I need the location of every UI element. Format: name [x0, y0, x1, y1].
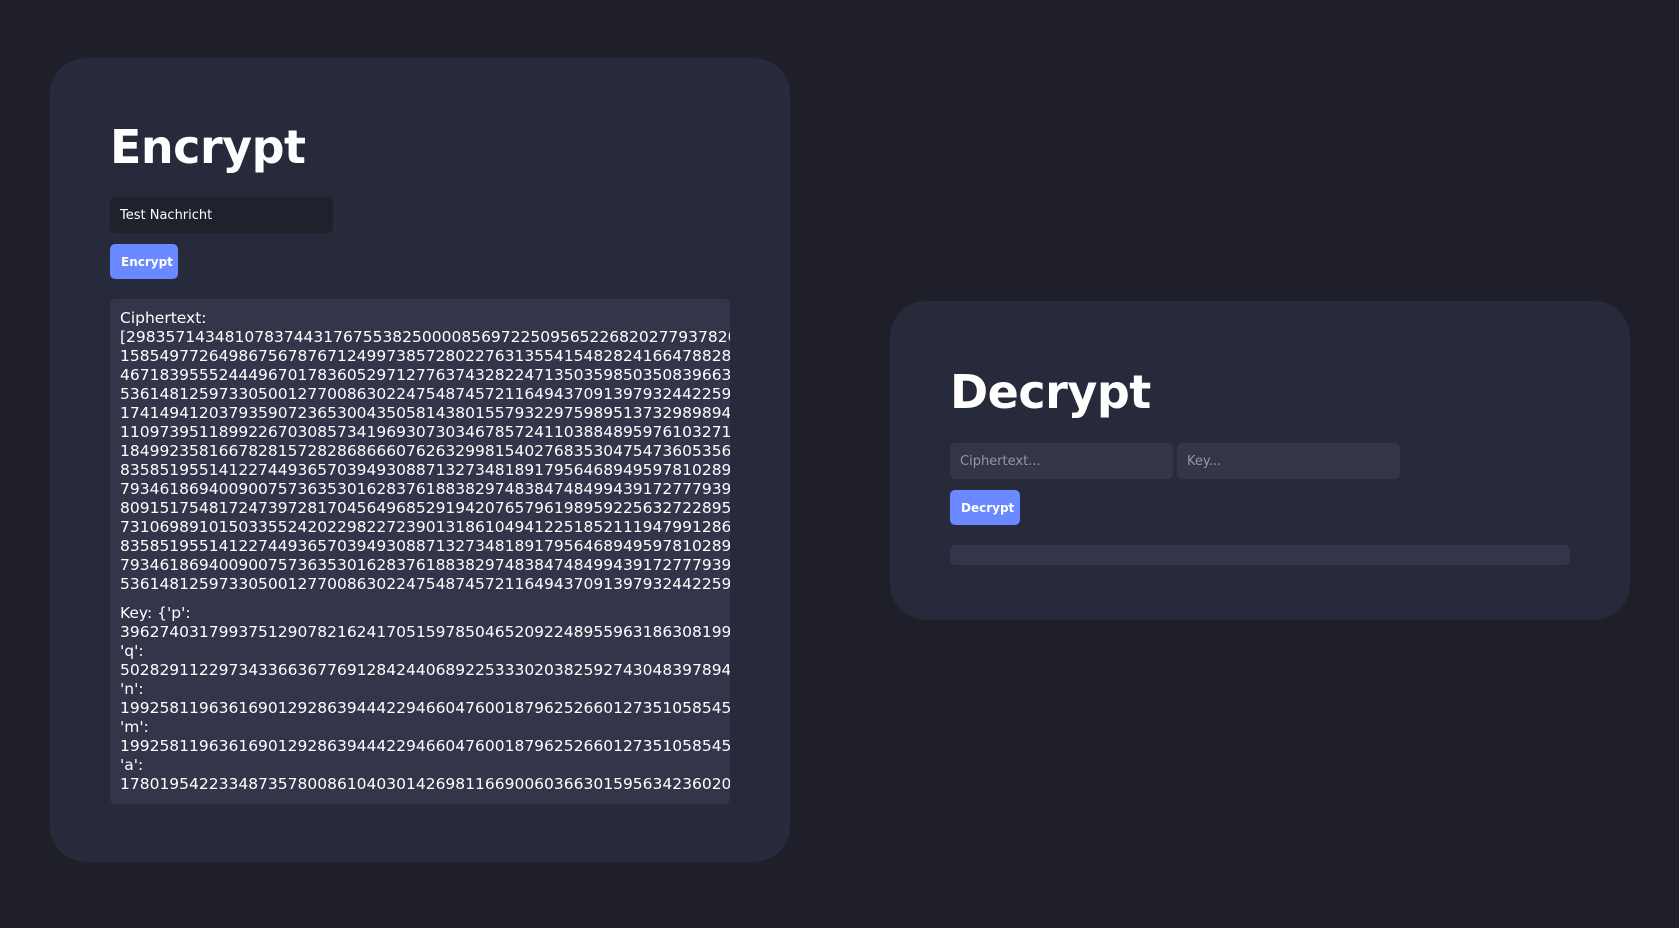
ciphertext-label: Ciphertext: — [120, 309, 207, 327]
encrypt-button[interactable]: Encrypt — [110, 244, 178, 279]
ciphertext-line: 8358519551412274493657039493088713273481… — [120, 461, 730, 479]
ciphertext-line: 1109739511899226703085734196930730346785… — [120, 423, 730, 441]
key-input[interactable] — [1177, 443, 1400, 479]
ciphertext-line: 1741494120379359072365300435058143801557… — [120, 404, 730, 422]
encrypt-output: Ciphertext: [298357143481078374431767553… — [110, 299, 730, 804]
key-line: 1780195422334873578008610403014269811669… — [120, 775, 730, 793]
key-line: 5028291122973433663677691284244068922533… — [120, 661, 730, 679]
key-line: 'q': — [120, 642, 144, 660]
ciphertext-line: 7934618694009007573635301628376188382974… — [120, 556, 730, 574]
ciphertext-line: 4671839555244496701783605297127763743282… — [120, 366, 730, 384]
key-line: 'a': — [120, 756, 144, 774]
ciphertext-line: 7934618694009007573635301628376188382974… — [120, 480, 730, 498]
ciphertext-line: 5361481259733050012770086302247548745721… — [120, 575, 730, 593]
key-block: Key: {'p': 39627403179937512907821624170… — [120, 604, 730, 794]
encrypt-panel: Encrypt Encrypt Ciphertext: [29835714348… — [50, 58, 790, 862]
ciphertext-line: 8091517548172473972817045649685291942076… — [120, 499, 730, 517]
ciphertext-line: 7310698910150335524202298227239013186104… — [120, 518, 730, 536]
key-line: 'm': — [120, 718, 149, 736]
ciphertext-line: 1849923581667828157282868666076263299815… — [120, 442, 730, 460]
ciphertext-line: 1585497726498675678767124997385728022763… — [120, 347, 730, 365]
decrypt-output — [950, 545, 1570, 565]
decrypt-title: Decrypt — [950, 365, 1151, 419]
ciphertext-block: Ciphertext: [298357143481078374431767553… — [120, 309, 730, 594]
decrypt-fields — [950, 443, 1570, 479]
encrypt-title: Encrypt — [110, 120, 306, 174]
decrypt-panel: Decrypt Decrypt — [890, 301, 1630, 620]
ciphertext-line: [298357143481078374431767553825000085697… — [120, 328, 730, 346]
key-line: 'n': — [120, 680, 144, 698]
key-line: 3962740317993751290782162417051597850465… — [120, 623, 730, 641]
message-input[interactable] — [110, 197, 333, 233]
key-line: Key: {'p': — [120, 604, 191, 622]
ciphertext-line: 8358519551412274493657039493088713273481… — [120, 537, 730, 555]
key-line: 1992581196361690129286394442294660476001… — [120, 737, 730, 755]
ciphertext-line: 5361481259733050012770086302247548745721… — [120, 385, 730, 403]
decrypt-button[interactable]: Decrypt — [950, 490, 1020, 525]
key-line: 1992581196361690129286394442294660476001… — [120, 699, 730, 717]
ciphertext-input[interactable] — [950, 443, 1173, 479]
